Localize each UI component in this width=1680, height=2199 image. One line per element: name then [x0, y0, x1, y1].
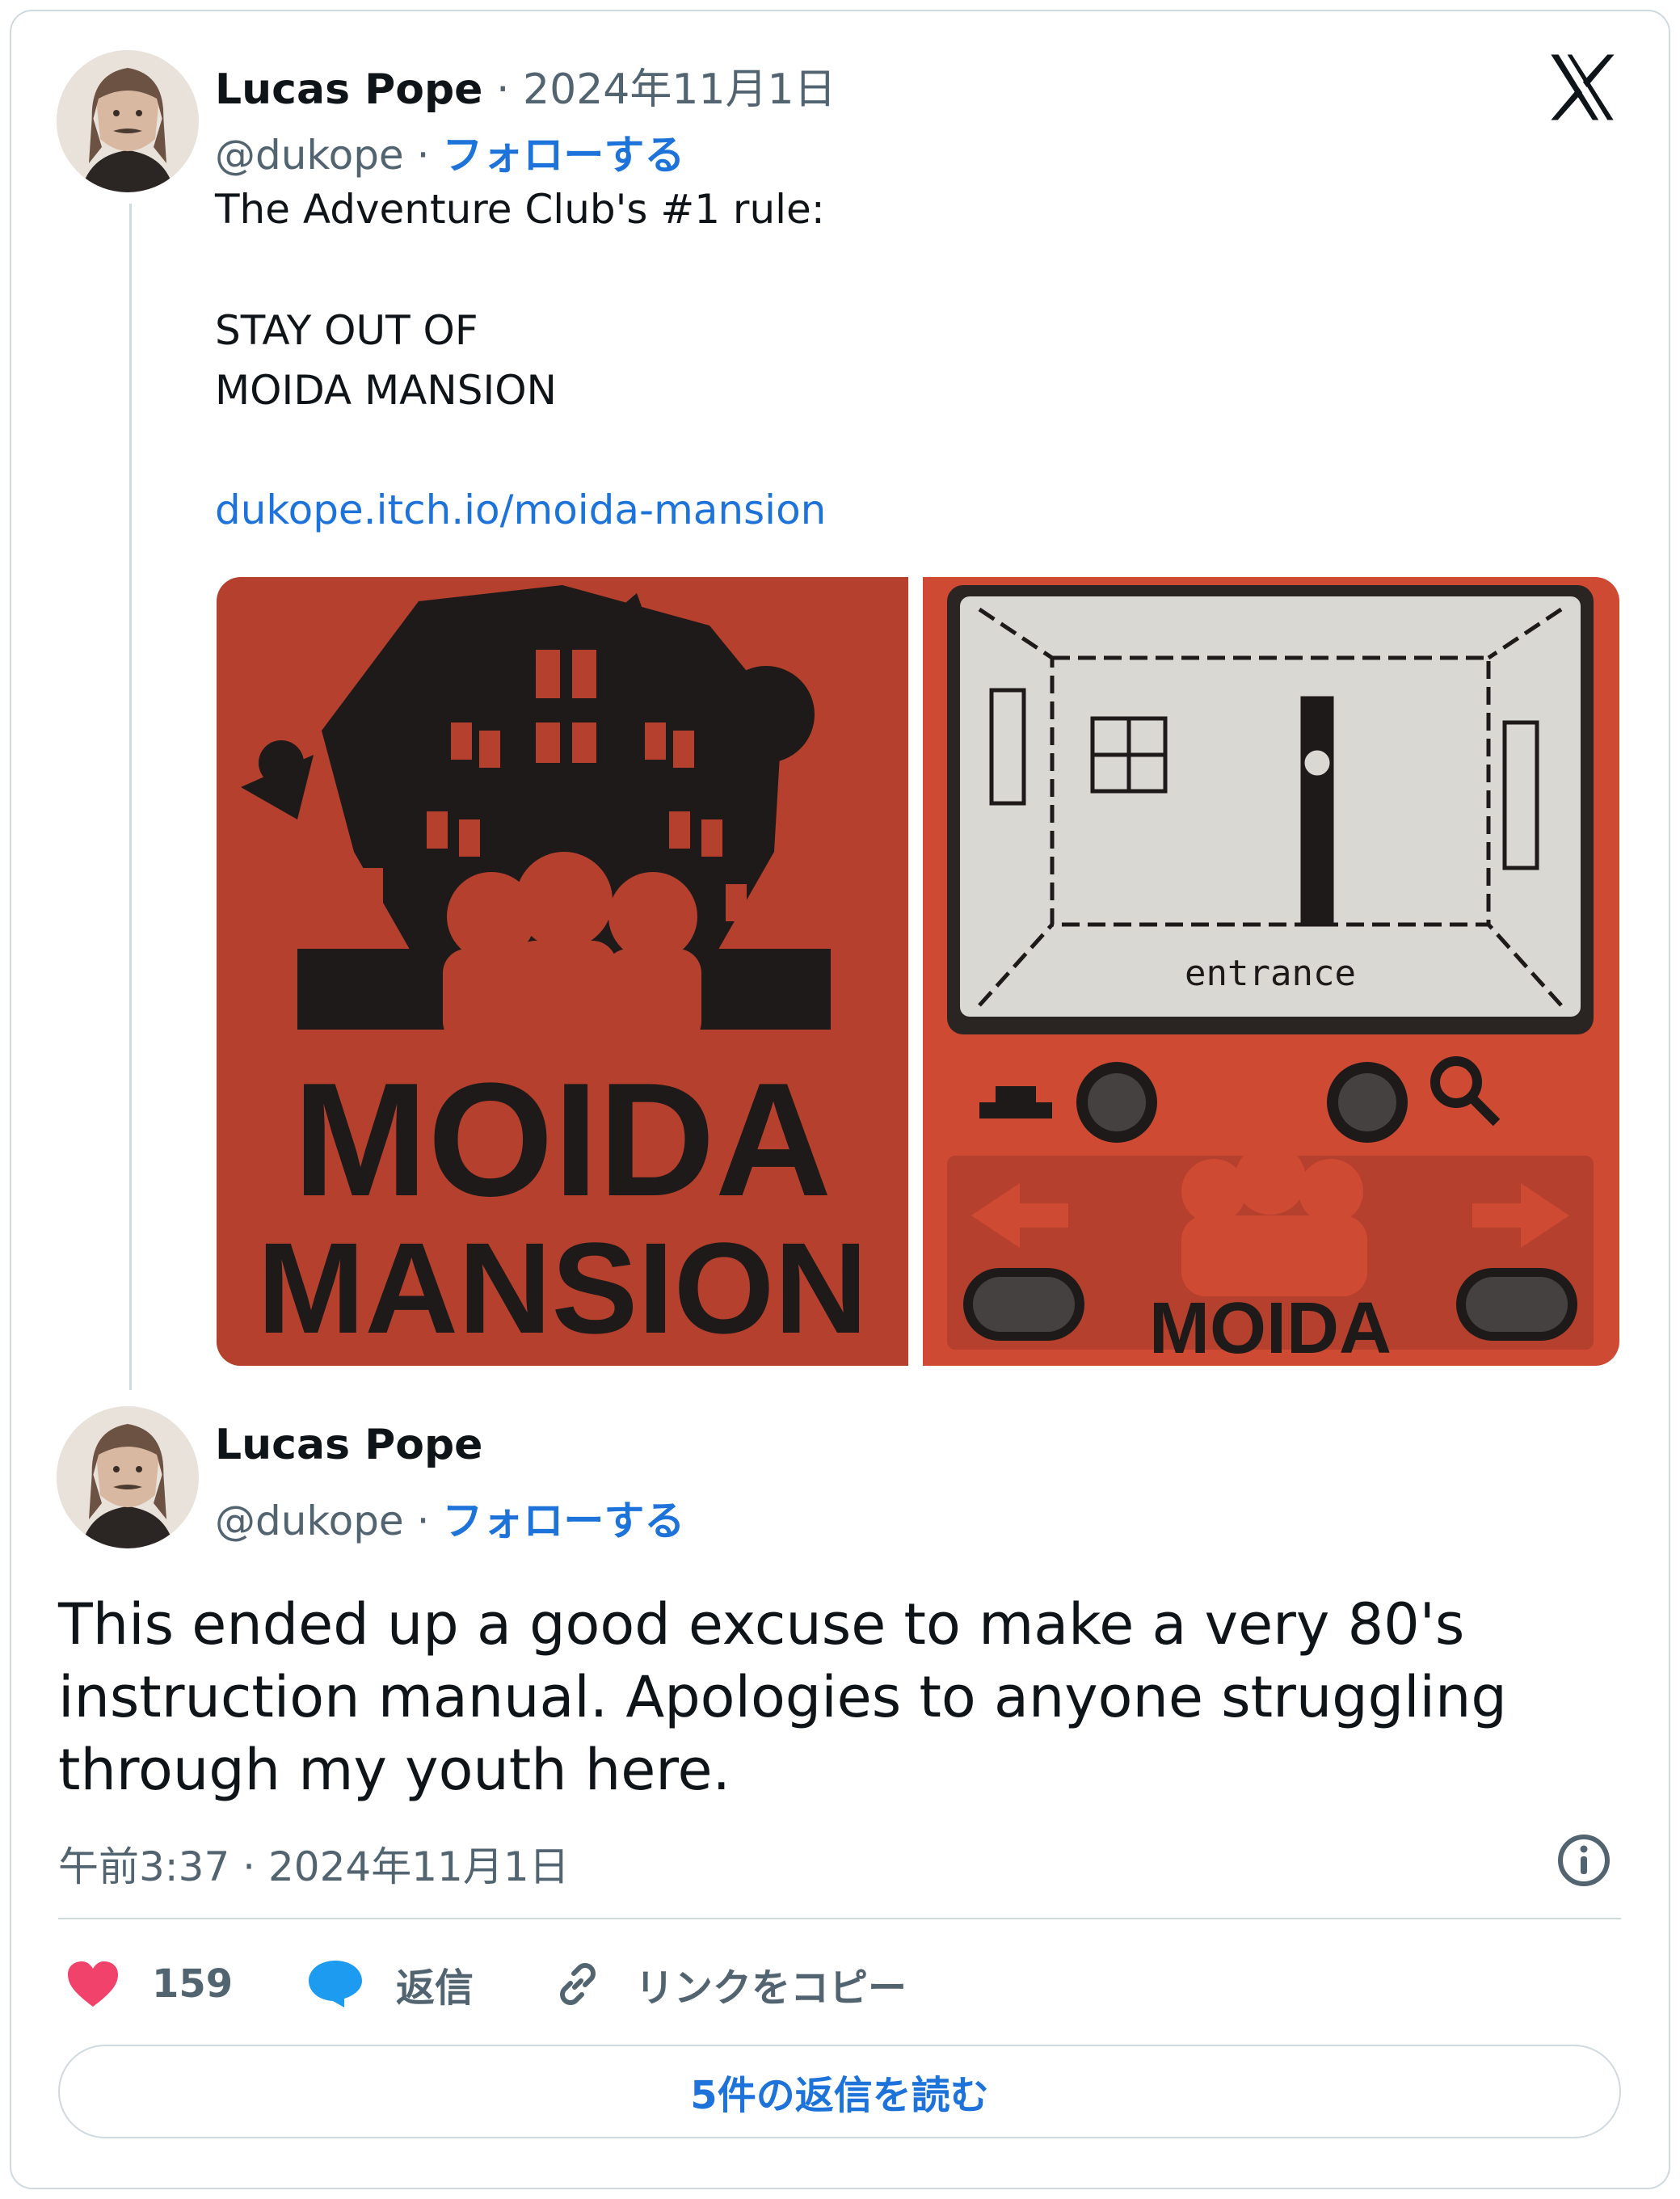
- box-title-line2: MANSION: [257, 1215, 868, 1360]
- handle-row: @dukope · フォローする: [215, 123, 684, 181]
- heart-icon: [68, 1961, 118, 2007]
- tweet-link[interactable]: dukope.itch.io/moida-mansion: [215, 487, 826, 533]
- device-kids-silhouette: [1181, 1144, 1367, 1296]
- tweet-timestamp[interactable]: 午前3:37 · 2024年11月1日: [58, 1835, 570, 1893]
- media-image-box-art[interactable]: MOIDA MANSION: [217, 577, 908, 1366]
- tweet-date[interactable]: 2024年11月1日: [523, 65, 836, 114]
- lcd-location-label: entrance: [1185, 953, 1356, 994]
- divider: [58, 1918, 1621, 1919]
- media-image-device[interactable]: entrance MOIDA: [923, 577, 1619, 1366]
- reply-button[interactable]: 返信: [307, 1956, 474, 2012]
- copy-link-label: リンクをコピー: [635, 1965, 907, 2011]
- kids-silhouette: [443, 852, 701, 1054]
- author-name[interactable]: Lucas Pope: [215, 1421, 482, 1469]
- like-count: 159: [152, 1961, 234, 2007]
- read-replies-label: 5件の返信を読む: [690, 2073, 989, 2118]
- date-separator: ·: [482, 65, 524, 114]
- tweet-text-line: The Adventure Club's #1 rule:: [215, 186, 825, 233]
- box-title-line1: MOIDA: [293, 1050, 832, 1230]
- author-handle[interactable]: @dukope: [215, 132, 404, 179]
- tweet-text-line: MOIDA MANSION: [215, 367, 557, 414]
- info-icon[interactable]: [1556, 1833, 1611, 1888]
- handle-separator: ·: [403, 132, 443, 179]
- like-button[interactable]: 159: [66, 1956, 233, 2012]
- author-name[interactable]: Lucas Pope · 2024年11月1日: [215, 55, 836, 116]
- follow-button[interactable]: フォローする: [442, 132, 684, 179]
- handle-row: @dukope · フォローする: [215, 1489, 684, 1547]
- author-avatar[interactable]: [57, 1406, 199, 1548]
- reply-label: 返信: [396, 1965, 474, 2011]
- thread-connector-line: [129, 204, 132, 1390]
- handle-separator: ·: [403, 1498, 443, 1544]
- tweet-text-line: STAY OUT OF: [215, 307, 478, 354]
- author-avatar[interactable]: [57, 50, 199, 192]
- tweet-body-text: This ended up a good excuse to make a ve…: [58, 1591, 1507, 1803]
- read-replies-button[interactable]: 5件の返信を読む: [58, 2045, 1621, 2138]
- author-handle[interactable]: @dukope: [215, 1498, 404, 1544]
- author-name-text[interactable]: Lucas Pope: [215, 65, 482, 114]
- follow-button[interactable]: フォローする: [442, 1498, 684, 1544]
- media-grid: MOIDA MANSION entrance MOIDA: [217, 577, 1619, 1366]
- link-icon: [560, 1963, 596, 2005]
- device-logo: MOIDA: [1149, 1288, 1392, 1366]
- reply-bubble-icon: [309, 1961, 362, 2007]
- x-logo-icon[interactable]: [1545, 50, 1619, 124]
- copy-link-button[interactable]: リンクをコピー: [553, 1956, 907, 2012]
